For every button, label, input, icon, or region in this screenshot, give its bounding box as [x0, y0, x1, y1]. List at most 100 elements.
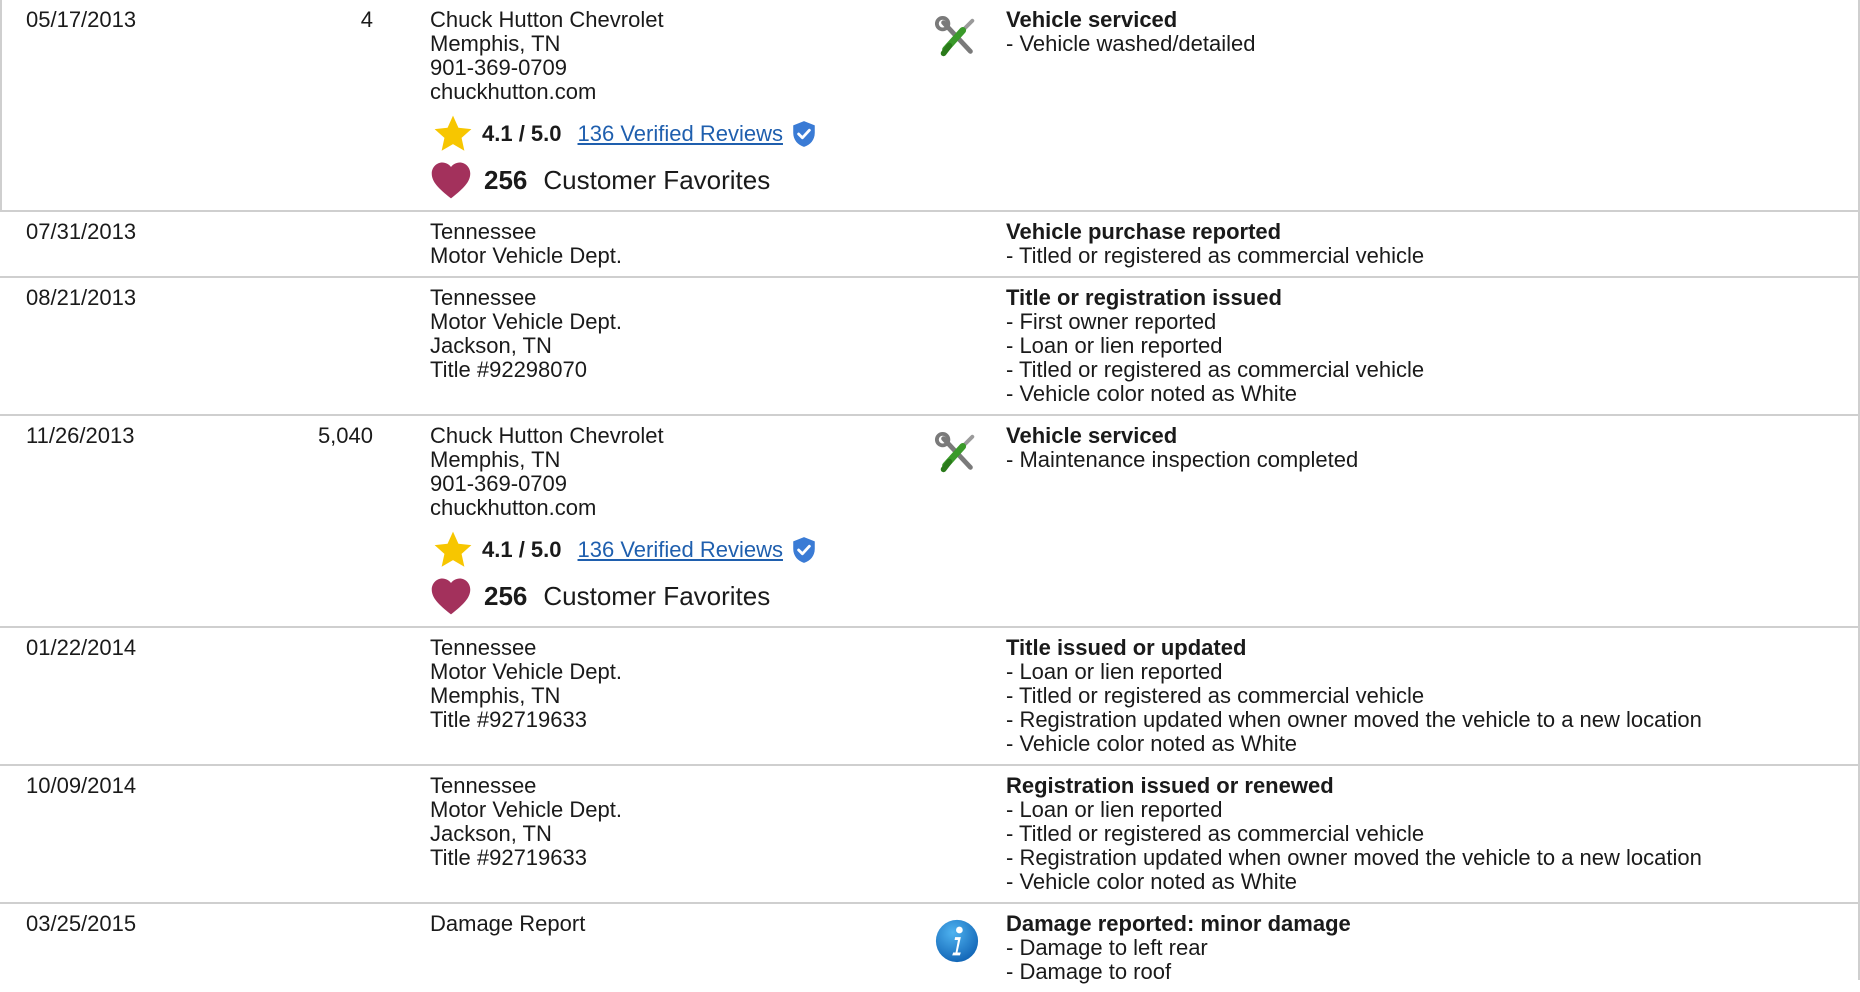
- row-source: Tennessee Motor Vehicle Dept.: [373, 211, 930, 277]
- row-source: Chuck Hutton Chevrolet Memphis, TN 901-3…: [373, 0, 930, 211]
- event-detail: - Titled or registered as commercial veh…: [1006, 683, 1425, 708]
- favorites-count: 256: [484, 165, 528, 195]
- wrench-screwdriver-icon: [934, 431, 975, 473]
- row-icon-cell: [930, 415, 1006, 627]
- source-line: 901-369-0709: [430, 55, 568, 80]
- row-source: Tennessee Motor Vehicle Dept. Jackson, T…: [373, 765, 930, 903]
- row-source: Tennessee Motor Vehicle Dept. Jackson, T…: [373, 277, 930, 415]
- event-detail: - Maintenance inspection completed: [1006, 447, 1359, 472]
- row-odometer: 4: [360, 7, 373, 32]
- row-source: Chuck Hutton Chevrolet Memphis, TN 901-3…: [373, 415, 930, 627]
- row-comments: Registration issued or renewed - Loan or…: [1006, 765, 1860, 903]
- row-date: 10/09/2014: [26, 773, 137, 798]
- source-line: 901-369-0709: [430, 471, 568, 496]
- source-line: Jackson, TN: [430, 821, 552, 846]
- favorites-count: 256: [484, 581, 528, 611]
- source-line: chuckhutton.com: [430, 79, 597, 104]
- source-line: Memphis, TN: [430, 447, 561, 472]
- event-detail: - Loan or lien reported: [1006, 797, 1223, 822]
- row-date: 11/26/2013: [26, 423, 135, 448]
- source-line: Memphis, TN: [430, 683, 561, 708]
- row-icon-cell: [930, 627, 1006, 765]
- row-icon-cell: [930, 765, 1006, 903]
- row-icon-cell: [930, 0, 1006, 211]
- row-icon-cell: [930, 903, 1006, 992]
- source-line: Title #92719633: [430, 845, 587, 870]
- row-odometer: [260, 277, 373, 415]
- row-comments: Vehicle serviced - Vehicle washed/detail…: [1006, 0, 1860, 211]
- event-detail: - Registration updated when owner moved …: [1006, 707, 1702, 732]
- source-line: Tennessee: [430, 635, 537, 660]
- source-line: Motor Vehicle Dept.: [430, 309, 622, 334]
- row-comments: Damage reported: minor damage - Damage t…: [1006, 903, 1860, 992]
- row-comments: Vehicle purchase reported - Titled or re…: [1006, 211, 1860, 277]
- event-detail: - Registration updated when owner moved …: [1006, 845, 1702, 870]
- source-line: Motor Vehicle Dept.: [430, 659, 622, 684]
- row-odometer: [260, 903, 373, 992]
- row-source: Damage Report: [373, 903, 930, 992]
- event-detail: - First owner reported: [1006, 309, 1217, 334]
- history-rows: 05/17/2013 4 Chuck Hutton Chevrolet Memp…: [0, 0, 1860, 992]
- table-row: 05/17/2013 4 Chuck Hutton Chevrolet Memp…: [0, 0, 1860, 211]
- row-comments: Title issued or updated - Loan or lien r…: [1006, 627, 1860, 765]
- source-line: chuckhutton.com: [430, 495, 597, 520]
- row-icon-cell: [930, 277, 1006, 415]
- row-comments: Vehicle serviced - Maintenance inspectio…: [1006, 415, 1860, 627]
- event-detail: - Loan or lien reported: [1006, 659, 1223, 684]
- heart-icon: [431, 162, 471, 199]
- row-odometer: [260, 765, 373, 903]
- row-odometer: 5,040: [317, 423, 373, 448]
- rating-value: 4.1 / 5.0: [482, 537, 562, 562]
- favorites-label: Customer Favorites: [543, 165, 771, 195]
- event-detail: - Damage to left rear: [1006, 935, 1208, 960]
- source-line: Jackson, TN: [430, 333, 552, 358]
- rating-value: 4.1 / 5.0: [482, 121, 562, 146]
- star-icon: [434, 531, 472, 567]
- event-detail: - Titled or registered as commercial veh…: [1006, 821, 1425, 846]
- row-date: 08/21/2013: [26, 285, 137, 310]
- event-title: Vehicle serviced: [1006, 7, 1178, 32]
- source-line: Memphis, TN: [430, 31, 561, 56]
- table-row: 07/31/2013 Tennessee Motor Vehicle Dept.…: [0, 211, 1860, 277]
- table-row: 10/09/2014 Tennessee Motor Vehicle Dept.…: [0, 765, 1860, 903]
- row-date: 05/17/2013: [26, 7, 137, 32]
- row-icon-cell: [930, 211, 1006, 277]
- table-row: 11/26/2013 5,040 Chuck Hutton Chevrolet …: [0, 415, 1860, 627]
- source-line: Motor Vehicle Dept.: [430, 243, 622, 268]
- row-comments: Title or registration issued - First own…: [1006, 277, 1860, 415]
- star-icon: [434, 115, 472, 151]
- source-line: Title #92719633: [430, 707, 587, 732]
- customer-favorites: 256 Customer Favorites: [430, 158, 930, 202]
- source-line: Damage Report: [430, 911, 586, 936]
- row-odometer: [260, 211, 373, 277]
- source-line: Tennessee: [430, 219, 537, 244]
- event-title: Vehicle purchase reported: [1006, 219, 1282, 244]
- source-line: Tennessee: [430, 773, 537, 798]
- dealer-rating: 4.1 / 5.0 136 Verified Reviews: [430, 530, 930, 570]
- verified-reviews-link[interactable]: 136 Verified Reviews: [578, 122, 783, 146]
- event-detail: - Damage to roof: [1006, 959, 1172, 984]
- event-title: Title or registration issued: [1006, 285, 1282, 310]
- table-row: 03/25/2015 Damage Report Damage reported…: [0, 903, 1860, 992]
- event-title: Registration issued or renewed: [1006, 773, 1334, 798]
- event-title: Vehicle serviced: [1006, 423, 1178, 448]
- row-date: 01/22/2014: [26, 635, 137, 660]
- verified-reviews-link[interactable]: 136 Verified Reviews: [578, 538, 783, 562]
- source-line: Title #92298070: [430, 357, 587, 382]
- event-detail: - Vehicle color noted as White: [1006, 869, 1298, 894]
- table-row: 08/21/2013 Tennessee Motor Vehicle Dept.…: [0, 277, 1860, 415]
- favorites-label: Customer Favorites: [543, 581, 771, 611]
- event-title: Title issued or updated: [1006, 635, 1247, 660]
- verified-shield-icon: [793, 121, 815, 147]
- row-date: 03/25/2015: [26, 911, 137, 936]
- row-date: 07/31/2013: [26, 219, 137, 244]
- heart-icon: [431, 578, 471, 615]
- row-odometer: [260, 627, 373, 765]
- event-detail: - Titled or registered as commercial veh…: [1006, 243, 1425, 268]
- info-icon: [935, 919, 979, 963]
- verified-shield-icon: [793, 537, 815, 563]
- row-source: Tennessee Motor Vehicle Dept. Memphis, T…: [373, 627, 930, 765]
- wrench-screwdriver-icon: [934, 15, 975, 57]
- source-line: Chuck Hutton Chevrolet: [430, 423, 664, 448]
- table-row: 01/22/2014 Tennessee Motor Vehicle Dept.…: [0, 627, 1860, 765]
